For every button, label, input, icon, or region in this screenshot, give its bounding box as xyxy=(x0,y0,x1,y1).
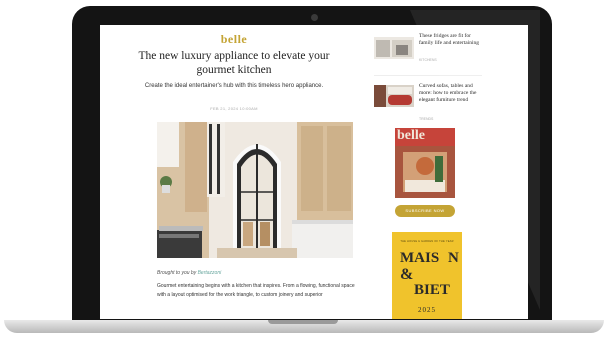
hero-image xyxy=(157,122,353,258)
laptop-notch xyxy=(268,320,338,324)
article-title: The new luxury appliance to elevate your… xyxy=(138,50,330,76)
byline-prefix: Brought to you by xyxy=(157,270,197,276)
article-date: FEB 21, 2024 10:00AM xyxy=(210,106,258,111)
byline-link[interactable]: Bertazzoni xyxy=(198,270,222,276)
article-byline: Brought to you by Bertazzoni xyxy=(157,270,221,276)
sidebar-article-thumbnail[interactable] xyxy=(374,37,414,59)
sidebar-article-thumbnail[interactable] xyxy=(374,85,414,107)
screen-reflection xyxy=(410,10,540,310)
article-subtitle: Create the ideal entertainer's hub with … xyxy=(144,83,324,89)
webcam-icon xyxy=(311,14,318,21)
article-column: belle The new luxury appliance to elevat… xyxy=(100,25,368,319)
article-body: Gourmet entertaining begins with a kitch… xyxy=(157,283,355,298)
site-logo[interactable]: belle xyxy=(100,32,368,47)
